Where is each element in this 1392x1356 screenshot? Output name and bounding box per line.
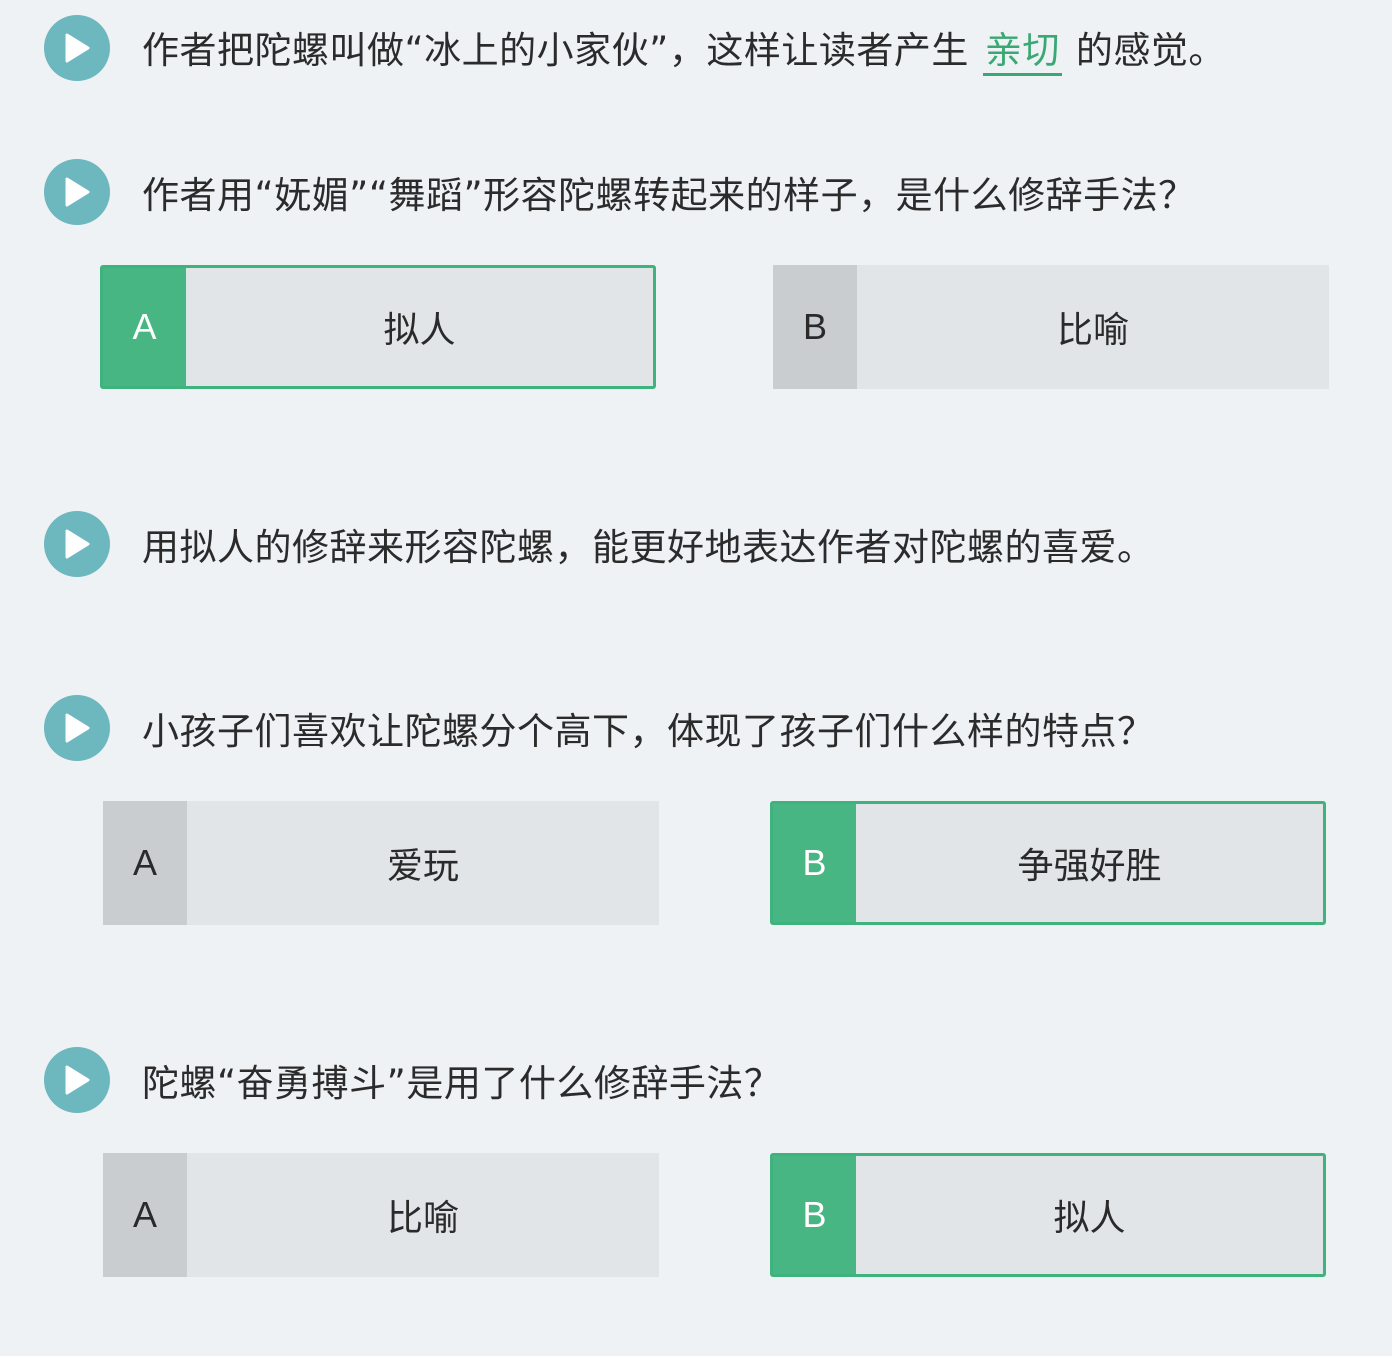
- option-b[interactable]: B 比喻: [773, 265, 1329, 389]
- play-icon[interactable]: [44, 15, 110, 81]
- play-icon[interactable]: [44, 1047, 110, 1113]
- question-text: 陀螺“奋勇搏斗”是用了什么修辞手法？: [142, 1062, 782, 1105]
- statement-text-after: 的感觉。: [1075, 29, 1226, 72]
- option-letter: B: [773, 265, 857, 389]
- option-a[interactable]: A 爱玩: [103, 801, 659, 925]
- option-b-selected[interactable]: B 争强好胜: [770, 801, 1326, 925]
- statement-text-before: 作者把陀螺叫做“冰上的小家伙”，这样让读者产生: [142, 29, 969, 72]
- question-row-1: 作者用“妩媚”“舞蹈”形容陀螺转起来的样子，是什么修辞手法？: [44, 159, 1196, 225]
- option-b-selected[interactable]: B 拟人: [770, 1153, 1326, 1277]
- option-a-selected[interactable]: A 拟人: [100, 265, 656, 389]
- option-label: 比喻: [1056, 310, 1129, 351]
- play-icon[interactable]: [44, 695, 110, 761]
- option-label: 比喻: [386, 1198, 459, 1239]
- fill-in-statement-row: 作者把陀螺叫做“冰上的小家伙”，这样让读者产生 亲切 的感觉。: [44, 15, 1226, 81]
- play-icon[interactable]: [44, 159, 110, 225]
- statement-text: 作者把陀螺叫做“冰上的小家伙”，这样让读者产生 亲切 的感觉。: [142, 20, 1226, 76]
- option-letter: A: [103, 801, 187, 925]
- option-letter: A: [103, 268, 186, 386]
- question-row-3: 陀螺“奋勇搏斗”是用了什么修辞手法？: [44, 1047, 781, 1113]
- statement-text: 用拟人的修辞来形容陀螺，能更好地表达作者对陀螺的喜爱。: [142, 526, 1155, 569]
- statement-row: 用拟人的修辞来形容陀螺，能更好地表达作者对陀螺的喜爱。: [44, 511, 1155, 577]
- option-label: 拟人: [1053, 1198, 1126, 1239]
- question-text: 小孩子们喜欢让陀螺分个高下，体现了孩子们什么样的特点？: [142, 710, 1155, 753]
- option-label: 争强好胜: [1017, 846, 1162, 887]
- play-icon[interactable]: [44, 511, 110, 577]
- option-label: 拟人: [383, 310, 456, 351]
- option-label: 爱玩: [386, 846, 459, 887]
- question-text: 作者用“妩媚”“舞蹈”形容陀螺转起来的样子，是什么修辞手法？: [142, 174, 1196, 217]
- fill-in-blank-answer: 亲切: [982, 32, 1062, 76]
- option-letter: B: [773, 804, 856, 922]
- option-a[interactable]: A 比喻: [103, 1153, 659, 1277]
- option-letter: A: [103, 1153, 187, 1277]
- question-row-2: 小孩子们喜欢让陀螺分个高下，体现了孩子们什么样的特点？: [44, 695, 1155, 761]
- option-letter: B: [773, 1156, 856, 1274]
